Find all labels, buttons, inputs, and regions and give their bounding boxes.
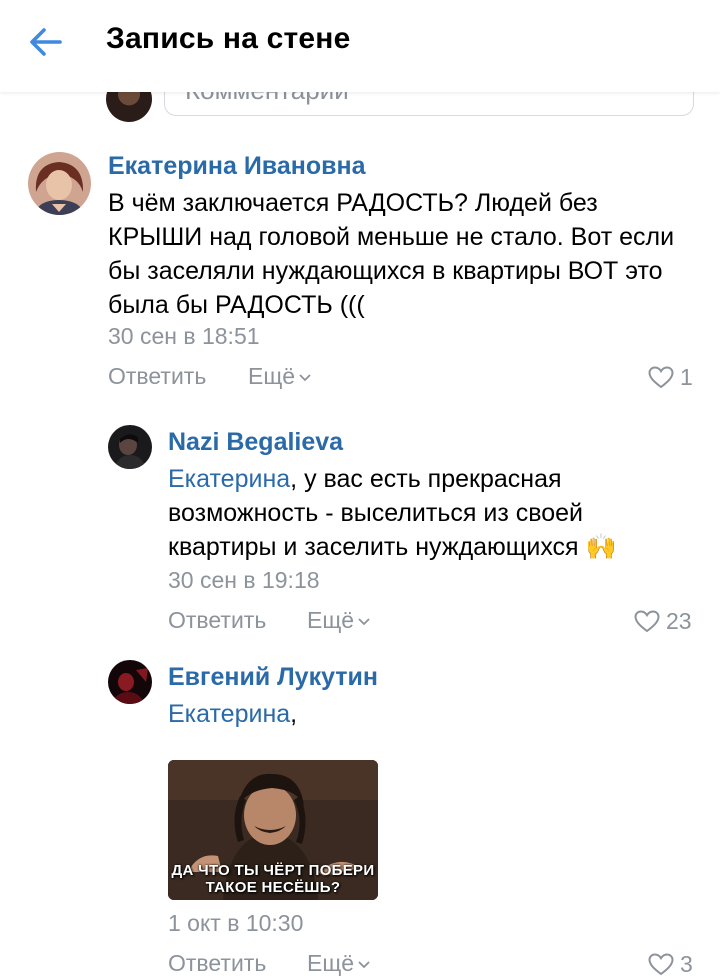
avatar[interactable] — [28, 152, 91, 215]
comment-input-placeholder: Комментарий — [185, 92, 349, 106]
like-count: 23 — [666, 608, 692, 634]
comment-text: Екатерина, у вас есть прекрасная возможн… — [168, 462, 678, 564]
reply-button-label: Ответить — [168, 607, 267, 633]
meme-caption: ДА ЧТО ТЫ ЧЁРТ ПОБЕРИ ТАКОЕ НЕСЁШЬ? — [168, 862, 378, 896]
more-button-label: Ещё — [307, 607, 355, 633]
comment-text: В чём заключается РАДОСТЬ? Людей без КРЫ… — [108, 189, 675, 319]
more-button[interactable]: Ещё — [307, 607, 370, 634]
chevron-down-icon — [358, 618, 370, 626]
comment-time: 1 окт в 10:30 — [168, 910, 304, 936]
current-user-avatar — [106, 92, 152, 122]
more-button[interactable]: Ещё — [307, 950, 370, 977]
heart-icon — [648, 953, 674, 976]
meme-caption-line: ТАКОЕ НЕСЁШЬ? — [205, 879, 341, 896]
like-count: 1 — [680, 364, 693, 390]
comment-author[interactable]: Екатерина Ивановна — [108, 152, 365, 181]
user-photo-icon — [108, 660, 152, 704]
reply-button-label: Ответить — [168, 950, 267, 976]
more-button-label: Ещё — [248, 363, 296, 389]
comment-author[interactable]: Евгений Лукутин — [168, 663, 378, 692]
page-title: Запись на стене — [106, 22, 351, 55]
user-photo-icon — [108, 425, 152, 469]
mention-link[interactable]: Екатерина — [168, 700, 290, 728]
meme-caption-line: ДА ЧТО ТЫ ЧЁРТ ПОБЕРИ — [171, 862, 375, 879]
heart-icon — [634, 610, 660, 633]
meme-image[interactable]: ДА ЧТО ТЫ ЧЁРТ ПОБЕРИ ТАКОЕ НЕСЁШЬ? — [168, 760, 378, 900]
comment-text: Екатерина, — [168, 697, 678, 731]
reply-button[interactable]: Ответить — [108, 363, 206, 390]
reply-button[interactable]: Ответить — [168, 607, 266, 634]
more-button-label: Ещё — [307, 950, 355, 976]
like-button[interactable]: 1 — [648, 364, 696, 392]
mention-link[interactable]: Екатерина — [168, 465, 290, 493]
chevron-down-icon — [358, 961, 370, 969]
raised-hands-emoji: 🙌 — [585, 532, 617, 561]
back-arrow-icon — [30, 28, 62, 56]
heart-icon — [648, 366, 674, 389]
comment-input[interactable]: Комментарий — [164, 92, 694, 116]
comment-time: 30 сен в 18:51 — [108, 323, 260, 349]
back-button[interactable] — [26, 24, 66, 60]
comment-author[interactable]: Nazi Begalieva — [168, 428, 343, 457]
like-button[interactable]: 23 — [634, 608, 696, 636]
more-button[interactable]: Ещё — [248, 363, 311, 390]
chevron-down-icon — [299, 374, 311, 382]
top-bar: Запись на стене — [0, 0, 720, 92]
like-count: 3 — [680, 951, 693, 977]
reply-button[interactable]: Ответить — [168, 950, 266, 977]
comment-time: 30 сен в 19:18 — [168, 567, 320, 593]
reply-button-label: Ответить — [108, 363, 207, 389]
like-button[interactable]: 3 — [648, 951, 696, 979]
avatar[interactable] — [108, 425, 152, 469]
avatar[interactable] — [108, 660, 152, 704]
user-photo-icon — [28, 152, 91, 215]
comment-input-row: Комментарий — [0, 92, 720, 132]
comment-body: , — [290, 700, 298, 728]
